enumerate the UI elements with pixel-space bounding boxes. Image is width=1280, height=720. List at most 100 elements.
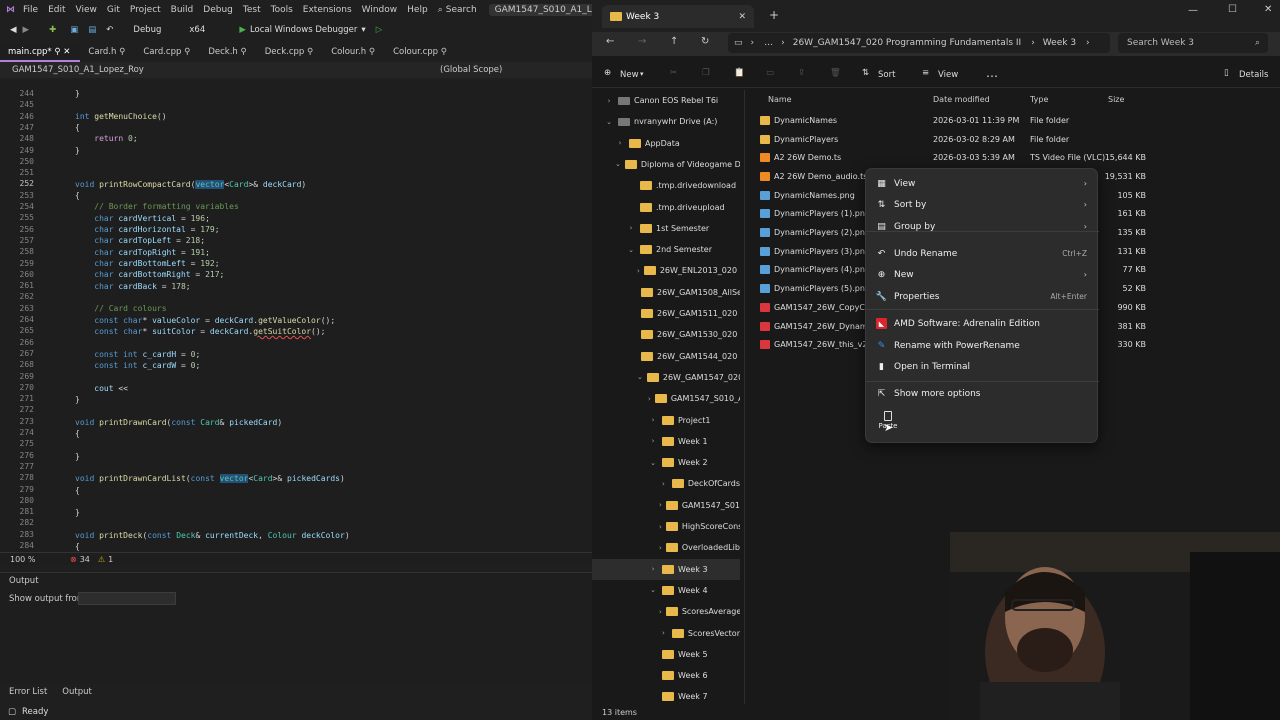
sort-button[interactable]: Sort xyxy=(878,70,895,80)
close-icon[interactable]: ✕ xyxy=(63,47,70,57)
save-icon[interactable]: ▣ xyxy=(70,25,78,35)
pin-icon[interactable]: ⚲ xyxy=(184,47,190,57)
chevron-right-icon[interactable]: › xyxy=(626,224,636,232)
up-icon[interactable]: ↑ xyxy=(670,36,678,47)
menu-item-open-in-terminal[interactable]: ▮ Open in Terminal xyxy=(866,356,1099,377)
code-editor[interactable]: 244 245 246 247 248 249 250 251 252 253 254 255 256 2… xyxy=(0,80,592,552)
run-icon[interactable]: ▶ xyxy=(239,25,246,35)
vs-logo-icon[interactable]: ⋈ xyxy=(6,5,15,15)
menu-edit[interactable]: Edit xyxy=(48,5,65,15)
close-tab-icon[interactable]: ✕ xyxy=(738,12,746,22)
scope-dropdown[interactable]: (Global Scope) xyxy=(440,65,502,75)
menu-view[interactable]: View xyxy=(76,5,97,15)
menu-project[interactable]: Project xyxy=(130,5,161,15)
back-icon[interactable]: ← xyxy=(606,36,614,47)
menu-tools[interactable]: Tools xyxy=(271,5,293,15)
tab-output[interactable]: Output xyxy=(56,684,98,700)
chevron-right-icon[interactable]: › xyxy=(659,501,662,509)
view-button[interactable]: View xyxy=(938,70,958,80)
details-icon[interactable]: ▯ xyxy=(1224,68,1229,78)
pin-icon[interactable]: ⚲ xyxy=(307,47,313,57)
chevron-right-icon[interactable]: › xyxy=(615,139,625,147)
breadcrumb-week3[interactable]: Week 3 xyxy=(1043,38,1076,48)
search-label[interactable]: Search xyxy=(446,5,477,15)
tab-colour-cpp[interactable]: Colour.cpp ⚲ xyxy=(385,44,457,62)
tree-item[interactable]: 26W_GAM1508_AllSecti xyxy=(592,282,740,303)
tree-item[interactable]: ⌄ Week 2 xyxy=(592,452,740,473)
menu-build[interactable]: Build xyxy=(171,5,194,15)
file-row[interactable]: A2 26W Demo.ts 2026-03-03 5:39 AM TS Video… xyxy=(750,148,1280,167)
tree-item[interactable]: › Week 3 xyxy=(592,558,740,580)
file-row[interactable]: DynamicPlayers 2026-03-02 8:29 AM File fol… xyxy=(750,130,1280,149)
tree-item[interactable]: Week 6 xyxy=(592,665,740,686)
close-window-icon[interactable]: ✕ xyxy=(1264,4,1272,15)
breadcrumb-course[interactable]: 26W_GAM1547_020 Programming Fundamentals… xyxy=(793,38,1021,48)
menu-help[interactable]: Help xyxy=(407,5,428,15)
menu-item-amd-software-adrenalin-edition[interactable]: ◣ AMD Software: Adrenalin Edition xyxy=(866,313,1099,334)
new-plus-icon[interactable]: ⊕ xyxy=(604,68,611,78)
chevron-down-icon[interactable]: ⌄ xyxy=(637,373,643,381)
error-icon[interactable]: ⊗ xyxy=(70,555,77,564)
search-icon[interactable]: ⌕ xyxy=(438,5,443,15)
error-count[interactable]: 34 xyxy=(80,555,90,564)
chevron-right-icon[interactable]: › xyxy=(659,608,662,616)
tree-item[interactable]: › GAM1547_S010_A1_Lo xyxy=(592,388,740,409)
tab-deck-h[interactable]: Deck.h ⚲ xyxy=(200,44,256,62)
tree-item[interactable]: › OverloadedLibrary xyxy=(592,537,740,558)
copy-icon[interactable]: ❐ xyxy=(702,68,710,78)
warning-icon[interactable]: ⚠ xyxy=(98,555,105,564)
new-button[interactable]: New xyxy=(620,70,639,80)
tree-item[interactable]: 26W_GAM1511_020 Inte xyxy=(592,303,740,324)
menu-item-view[interactable]: ▦ View › xyxy=(866,173,1099,194)
menu-item-new[interactable]: ⊕ New › xyxy=(866,264,1099,285)
pin-icon[interactable]: ⚲ xyxy=(241,47,247,57)
pin-icon[interactable]: ⚲ xyxy=(54,47,60,57)
delete-icon[interactable]: 🗑 xyxy=(830,68,841,78)
config-dropdown[interactable]: Debug xyxy=(133,25,181,35)
forward-icon[interactable]: ▶ xyxy=(23,25,30,35)
tree-item[interactable]: ⌄ 2nd Semester xyxy=(592,239,740,260)
menu-debug[interactable]: Debug xyxy=(203,5,233,15)
tab-colour-h[interactable]: Colour.h ⚲ xyxy=(323,44,385,62)
search-input[interactable]: Search Week 3 xyxy=(1127,38,1194,48)
tree-item[interactable]: ⌄ 26W_GAM1547_020 Pro xyxy=(592,367,740,388)
chevron-down-icon[interactable]: ⌄ xyxy=(648,586,658,594)
pane-divider[interactable] xyxy=(744,90,745,704)
back-icon[interactable]: ◀ xyxy=(10,25,17,35)
minimize-icon[interactable]: — xyxy=(1188,5,1198,16)
address-bar[interactable]: ▭ › … › 26W_GAM1547_020 Programming Fund… xyxy=(728,33,1110,53)
platform-dropdown[interactable]: x64 xyxy=(189,25,239,35)
search-box[interactable]: Search Week 3 ⌕ xyxy=(1118,33,1268,53)
tree-item[interactable]: ⌄ nvranywhr Drive (A:) xyxy=(592,111,740,132)
column-date-modified[interactable]: Date modified xyxy=(933,90,990,108)
menu-test[interactable]: Test xyxy=(243,5,261,15)
column-size[interactable]: Size xyxy=(1108,90,1124,108)
chevron-down-icon[interactable]: ⌄ xyxy=(648,459,658,467)
view-icon[interactable]: ≡ xyxy=(922,68,929,78)
tree-item[interactable]: › Canon EOS Rebel T6i xyxy=(592,90,740,111)
chevron-right-icon[interactable]: › xyxy=(637,267,640,275)
tree-item[interactable]: › 1st Semester xyxy=(592,218,740,239)
tree-item[interactable]: 26W_GAM1544_020 Gan xyxy=(592,346,740,367)
warning-count[interactable]: 1 xyxy=(108,555,113,564)
explorer-tab[interactable]: Week 3 ✕ xyxy=(602,5,754,28)
forward-icon[interactable]: → xyxy=(638,36,646,47)
chevron-right-icon[interactable]: › xyxy=(659,523,662,531)
tree-item[interactable]: Week 5 xyxy=(592,644,740,665)
pin-icon[interactable]: ⚲ xyxy=(119,47,125,57)
tree-item[interactable]: › GAM1547_S010_A1_L xyxy=(592,495,740,516)
new-tab-icon[interactable]: + xyxy=(769,8,779,22)
chevron-right-icon[interactable]: › xyxy=(648,437,658,445)
more-options-icon[interactable]: … xyxy=(986,66,998,80)
menu-window[interactable]: Window xyxy=(362,5,398,15)
chevron-down-icon[interactable]: ⌄ xyxy=(604,118,614,126)
menu-item-sort-by[interactable]: ⇅ Sort by › xyxy=(866,194,1099,215)
menu-file[interactable]: File xyxy=(23,5,38,15)
rename-icon[interactable]: ▭ xyxy=(766,68,774,78)
more-icon[interactable]: … xyxy=(764,38,773,48)
menu-item-show-more-options[interactable]: ⇱ Show more options xyxy=(866,383,1099,404)
search-icon[interactable]: ⌕ xyxy=(1255,38,1260,48)
chevron-right-icon[interactable]: › xyxy=(648,565,658,573)
menu-item-undo-rename[interactable]: ↶ Undo Rename Ctrl+Z xyxy=(866,243,1099,264)
tree-item[interactable]: › Project1 xyxy=(592,410,740,431)
